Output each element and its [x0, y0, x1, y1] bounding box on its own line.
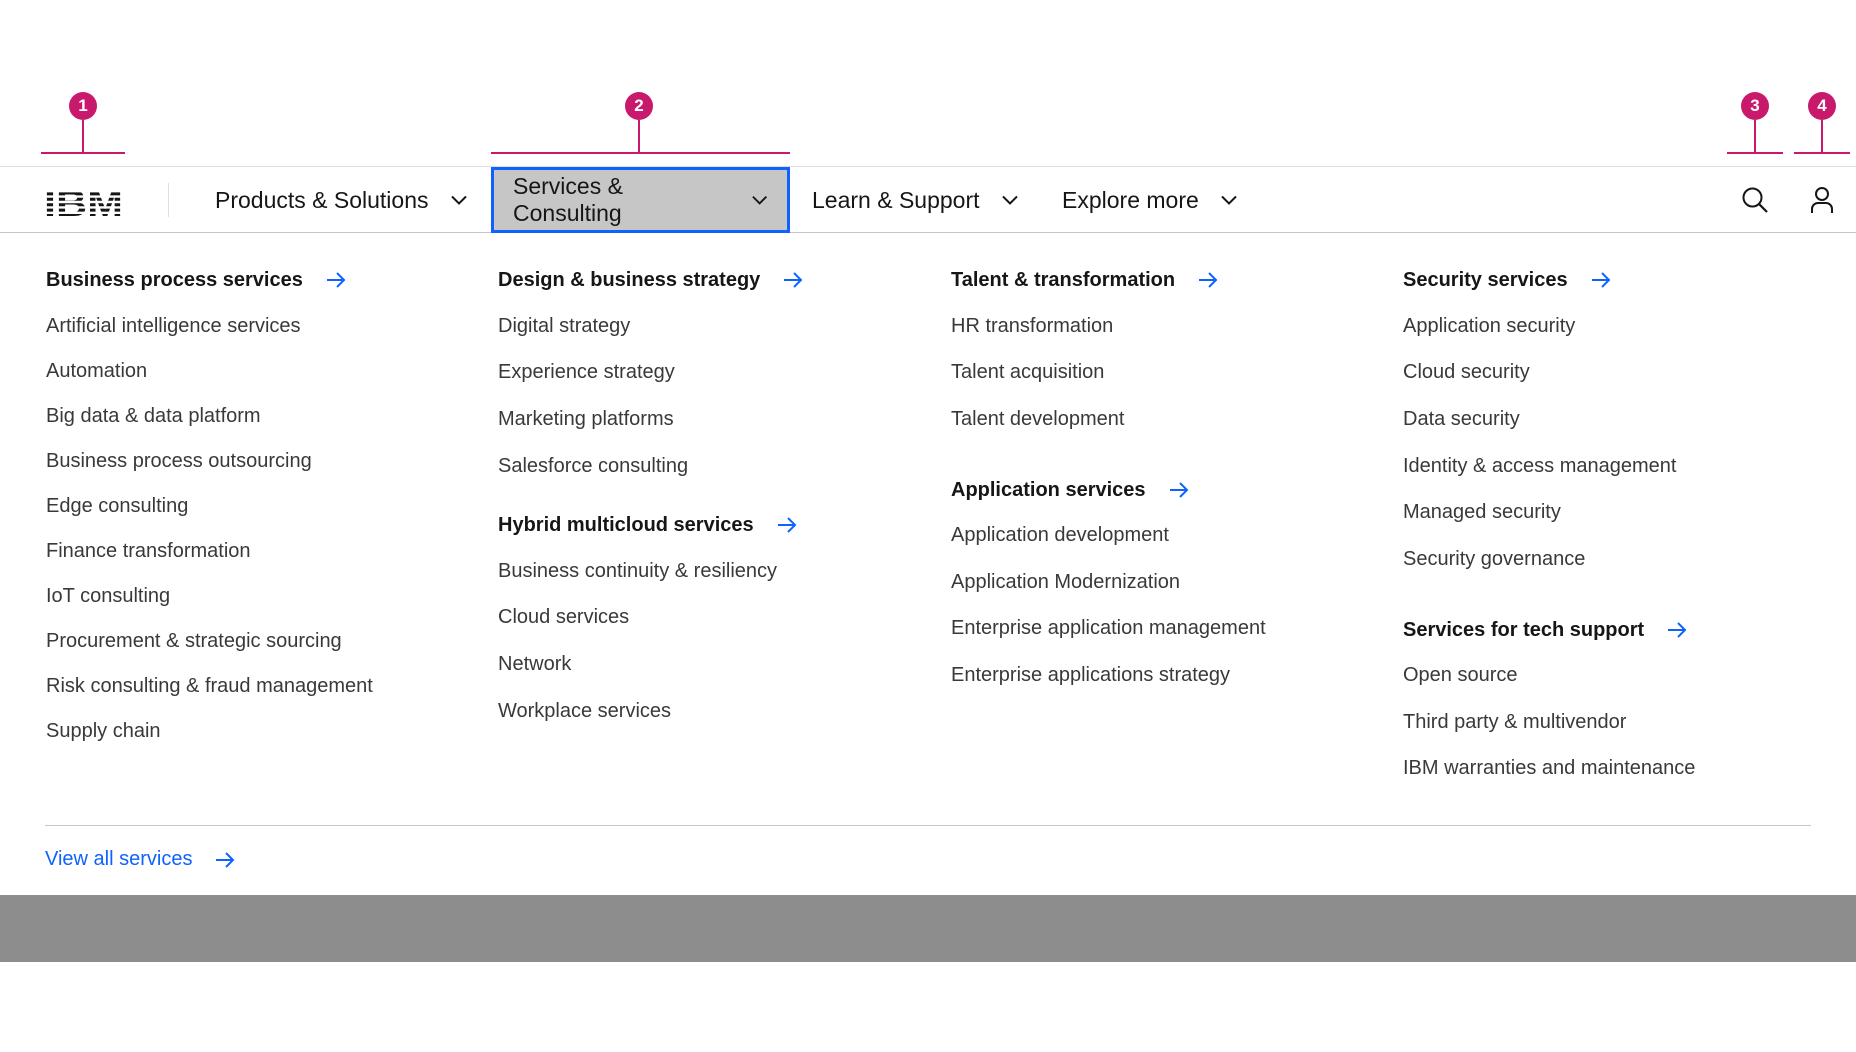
search-button[interactable] [1723, 167, 1787, 233]
nav-label: Products & Solutions [215, 186, 429, 213]
view-all-services-link[interactable]: View all services [45, 848, 236, 871]
menu-link[interactable]: Third party & multivendor [1403, 710, 1695, 734]
menu-link[interactable]: Talent development [951, 407, 1266, 431]
menu-link[interactable]: IoT consulting [46, 584, 373, 608]
menu-heading-hybrid-multicloud[interactable]: Hybrid multicloud services [498, 513, 804, 537]
heading-label: Talent & transformation [951, 268, 1176, 291]
annotation-bracket-1 [41, 152, 125, 154]
annotation-stem-4 [1821, 120, 1823, 152]
arrow-right-icon [1668, 622, 1687, 638]
heading-label: Application services [951, 478, 1146, 501]
menu-link[interactable]: Artificial intelligence services [46, 314, 373, 338]
menu-link[interactable]: Business process outsourcing [46, 449, 373, 473]
menu-heading-tech-support[interactable]: Services for tech support [1403, 618, 1695, 642]
search-icon [1742, 187, 1768, 213]
menu-link[interactable]: Workplace services [498, 699, 804, 723]
svg-text:IBM: IBM [44, 187, 123, 217]
chevron-down-icon [1001, 195, 1018, 205]
menu-link[interactable]: Edge consulting [46, 494, 373, 518]
nav-products-solutions[interactable]: Products & Solutions [195, 167, 489, 233]
masthead: IBM Products & Solutions Services & Cons… [0, 166, 1856, 233]
heading-label: Business process services [46, 268, 303, 291]
menu-heading-design-strategy[interactable]: Design & business strategy [498, 268, 804, 292]
menu-link[interactable]: IBM warranties and maintenance [1403, 756, 1695, 780]
menu-link[interactable]: Application security [1403, 314, 1695, 338]
nav-label: Explore more [1062, 186, 1199, 213]
menu-column-2: Design & business strategy Digital strat… [498, 233, 804, 723]
nav-learn-support[interactable]: Learn & Support [792, 167, 1040, 233]
services-megamenu: Business process services Artificial int… [0, 233, 1856, 895]
menu-heading-application-services[interactable]: Application services [951, 478, 1266, 502]
page-overlay[interactable] [0, 895, 1856, 962]
menu-link[interactable]: Risk consulting & fraud management [46, 674, 373, 698]
menu-link[interactable]: Digital strategy [498, 314, 804, 338]
annotation-stem-2 [638, 120, 640, 152]
menu-link[interactable]: Application Modernization [951, 570, 1266, 594]
nav-label: Learn & Support [812, 186, 980, 213]
arrow-right-icon [1199, 272, 1218, 288]
menu-link[interactable]: Managed security [1403, 500, 1695, 524]
menu-column-3: Talent & transformation HR transformatio… [951, 233, 1266, 687]
menu-link[interactable]: Network [498, 652, 804, 676]
menu-link[interactable]: Security governance [1403, 547, 1695, 571]
ibm-logo[interactable]: IBM [44, 187, 124, 217]
chevron-down-icon [1221, 195, 1237, 205]
arrow-right-icon [784, 272, 803, 288]
heading-label: Security services [1403, 268, 1568, 291]
menu-link[interactable]: Open source [1403, 663, 1695, 687]
menu-link[interactable]: Talent acquisition [951, 360, 1266, 384]
menu-column-4: Security services Application security C… [1403, 233, 1695, 780]
heading-label: Hybrid multicloud services [498, 513, 754, 536]
arrow-right-icon [216, 851, 235, 868]
menu-column-1: Business process services Artificial int… [46, 233, 373, 743]
arrow-right-icon [777, 517, 797, 533]
chevron-down-icon [751, 195, 767, 205]
arrow-right-icon [1591, 272, 1610, 288]
annotation-bracket-2 [491, 152, 790, 154]
chevron-down-icon [450, 195, 467, 205]
menu-link[interactable]: Data security [1403, 407, 1695, 431]
arrow-right-icon [326, 272, 346, 288]
menu-link[interactable]: Marketing platforms [498, 407, 804, 431]
menu-footer-divider [45, 825, 1811, 826]
annotation-bracket-4 [1794, 152, 1850, 154]
menu-link[interactable]: Experience strategy [498, 360, 804, 384]
annotation-marker-1: 1 [69, 92, 97, 120]
menu-link[interactable]: Big data & data platform [46, 404, 373, 428]
annotation-marker-4: 4 [1808, 92, 1836, 120]
menu-heading-talent-transformation[interactable]: Talent & transformation [951, 268, 1266, 292]
annotation-marker-2: 2 [625, 92, 653, 120]
annotation-bracket-3 [1727, 152, 1783, 154]
user-icon [1811, 187, 1833, 213]
menu-heading-business-process[interactable]: Business process services [46, 268, 373, 292]
menu-link[interactable]: Supply chain [46, 719, 373, 743]
menu-link[interactable]: Identity & access management [1403, 454, 1695, 478]
annotation-stem-3 [1754, 120, 1756, 152]
nav-explore-more[interactable]: Explore more [1042, 167, 1259, 233]
menu-link[interactable]: Automation [46, 359, 373, 383]
heading-label: Services for tech support [1403, 618, 1645, 641]
nav-label: Services & Consulting [513, 173, 623, 226]
annotation-stem-1 [82, 120, 84, 152]
heading-label: Design & business strategy [498, 268, 761, 291]
menu-link[interactable]: Finance transformation [46, 539, 373, 563]
menu-heading-security-services[interactable]: Security services [1403, 268, 1695, 292]
menu-link[interactable]: Salesforce consulting [498, 454, 804, 478]
annotation-marker-3: 3 [1741, 92, 1769, 120]
menu-link[interactable]: Procurement & strategic sourcing [46, 629, 373, 653]
menu-link[interactable]: Cloud services [498, 605, 804, 629]
menu-link[interactable]: HR transformation [951, 314, 1266, 338]
menu-link[interactable]: Application development [951, 523, 1266, 547]
menu-link[interactable]: Enterprise application management [951, 616, 1266, 640]
view-all-label: View all services [45, 848, 193, 870]
menu-link[interactable]: Cloud security [1403, 360, 1695, 384]
menu-link[interactable]: Enterprise applications strategy [951, 663, 1266, 687]
profile-button[interactable] [1790, 167, 1854, 233]
menu-link[interactable]: Business continuity & resiliency [498, 559, 804, 583]
nav-services-consulting[interactable]: Services & Consulting [491, 167, 790, 233]
arrow-right-icon [1169, 482, 1188, 498]
logo-divider [168, 183, 169, 217]
